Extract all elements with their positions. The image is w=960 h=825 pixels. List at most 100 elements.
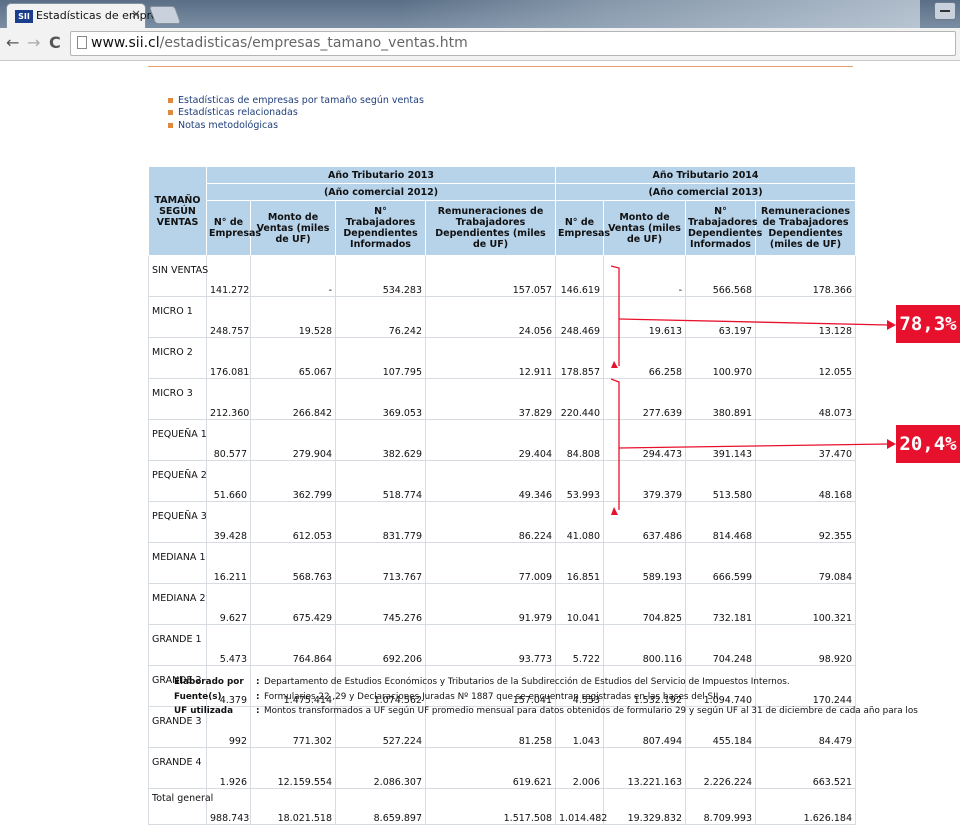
arrowhead-badge-78 — [887, 320, 896, 330]
group-year-2013: Año Tributario 2013 — [206, 166, 556, 184]
table-cell: 178.857 — [555, 337, 604, 379]
table-cell: 13.221.163 — [603, 747, 686, 789]
table-cell: 534.283 — [335, 255, 426, 297]
table-cell: 91.979 — [425, 583, 556, 625]
table-cell: 19.528 — [250, 296, 336, 338]
table-cell: 93.773 — [425, 624, 556, 666]
table-row: Total general 988.743 18.021.518 8.659.897 1… — [148, 788, 856, 825]
table-cell: 379.379 — [603, 460, 686, 502]
browser-tab-strip: SII Estadísticas de empresa × — [0, 0, 960, 28]
forward-arrow-icon[interactable]: → — [27, 33, 40, 52]
badge-pequena-mediana-share: 20,4% — [896, 425, 960, 463]
table-cell: - — [603, 255, 686, 297]
table-cell: 107.795 — [335, 337, 426, 379]
table-cell: 1.626.184 — [755, 788, 856, 825]
address-url[interactable]: www.sii.cl/estadisticas/empresas_tamano_… — [91, 35, 468, 51]
table-row: PEQUEÑA 1 80.577 279.904 382.629 29.404 84.80… — [148, 419, 856, 461]
url-host: www.sii.cl — [91, 35, 160, 51]
table-cell: 100.970 — [685, 337, 756, 379]
footer-value: Formularios 22 ,29 y Declaraciones Jurad… — [264, 691, 722, 702]
table-cell: 8.659.897 — [335, 788, 426, 825]
table-cell: 2.086.307 — [335, 747, 426, 789]
table-cell: 141.272 — [206, 255, 251, 297]
table-cell: 63.197 — [685, 296, 756, 338]
footer-key: UF utilizada — [174, 706, 234, 716]
col-header-2014: Monto de Ventas (miles de UF) — [603, 200, 686, 256]
table-cell: 589.193 — [603, 542, 686, 584]
table-cell: 48.073 — [755, 378, 856, 420]
table-cell: 48.168 — [755, 460, 856, 502]
col-header-2013: Remuneraciones de Trabajadores Dependien… — [425, 200, 556, 256]
table-cell: 19.329.832 — [603, 788, 686, 825]
table-row: MICRO 1 248.757 19.528 76.242 24.056 248.469 1… — [148, 296, 856, 338]
table-row: GRANDE 4 1.926 12.159.554 2.086.307 619.621 2… — [148, 747, 856, 789]
col-header-2014: N° Trabajadores Dependientes Informados — [685, 200, 762, 256]
table-cell: 9.627 — [206, 583, 251, 625]
badge-micro-share: 78,3% — [896, 305, 960, 343]
table-cell: 86.224 — [425, 501, 556, 543]
back-arrow-icon[interactable]: ← — [6, 33, 19, 52]
table-cell: 612.053 — [250, 501, 336, 543]
link-estadisticas-relacionadas[interactable]: Estadísticas relacionadas — [168, 107, 424, 119]
table-cell: 988.743 — [206, 788, 251, 825]
table-cell: 732.181 — [685, 583, 756, 625]
col-header-2013: N° Trabajadores Dependientes Informados — [335, 200, 426, 256]
row-label: MICRO 3 — [148, 378, 207, 420]
sii-favicon-icon: SII — [15, 10, 33, 23]
table-cell: 391.143 — [685, 419, 756, 461]
footer-colon: : — [256, 706, 260, 716]
row-label: GRANDE 4 — [148, 747, 207, 789]
table-cell: 51.660 — [206, 460, 251, 502]
group-commercial-2013: (Año comercial 2013) — [555, 183, 856, 201]
table-cell: 362.799 — [250, 460, 336, 502]
table-cell: 637.486 — [603, 501, 686, 543]
table-cell: 66.258 — [603, 337, 686, 379]
new-tab-button[interactable] — [148, 6, 182, 24]
table-cell: 764.864 — [250, 624, 336, 666]
table-row: GRANDE 1 5.473 764.864 692.206 93.773 5.722 80… — [148, 624, 856, 666]
table-row: PEQUEÑA 3 39.428 612.053 831.779 86.224 41.08… — [148, 501, 856, 543]
browser-tab[interactable]: SII Estadísticas de empresa × — [6, 3, 170, 28]
footer-colon: : — [256, 691, 260, 702]
table-cell: 248.469 — [555, 296, 604, 338]
tab-close-icon[interactable]: × — [131, 7, 141, 21]
row-label: GRANDE 1 — [148, 624, 207, 666]
table-cell: 704.825 — [603, 583, 686, 625]
row-label: PEQUEÑA 2 — [148, 460, 207, 502]
table-cell: 279.904 — [250, 419, 336, 461]
table-cell: 220.440 — [555, 378, 604, 420]
section-links: Estadísticas de empresas por tamaño segú… — [168, 95, 424, 132]
table-cell: 566.568 — [685, 255, 756, 297]
reload-icon[interactable]: C — [49, 33, 61, 52]
table-cell: 12.159.554 — [250, 747, 336, 789]
link-estadisticas-empresas[interactable]: Estadísticas de empresas por tamaño segú… — [168, 95, 424, 107]
address-bar[interactable]: www.sii.cl/estadisticas/empresas_tamano_… — [70, 31, 956, 56]
table-cell: 692.206 — [335, 624, 426, 666]
window-minimize-button[interactable] — [934, 2, 956, 20]
table-cell: 80.577 — [206, 419, 251, 461]
row-label: MICRO 1 — [148, 296, 207, 338]
table-cell: 675.429 — [250, 583, 336, 625]
link-notas-metodologicas[interactable]: Notas metodológicas — [168, 120, 424, 132]
table-cell: 24.056 — [425, 296, 556, 338]
table-cell: 1.014.482 — [555, 788, 607, 825]
table-cell: 19.613 — [603, 296, 686, 338]
table-cell: 37.470 — [755, 419, 856, 461]
table-cell: 98.920 — [755, 624, 856, 666]
col-header-2014: Remuneraciones de Trabajadores Dependien… — [755, 200, 856, 256]
browser-toolbar: ← → C www.sii.cl/estadisticas/empresas_t… — [0, 28, 960, 61]
table-cell: 2.006 — [555, 747, 604, 789]
table-cell: 513.580 — [685, 460, 756, 502]
table-row: MICRO 3 212.360 266.842 369.053 37.829 220.44… — [148, 378, 856, 420]
table-cell: 800.116 — [603, 624, 686, 666]
footer-key: Fuente(s) — [174, 691, 222, 702]
table-cell: 277.639 — [603, 378, 686, 420]
tab-strip-background — [400, 0, 920, 28]
table-cell: 12.911 — [425, 337, 556, 379]
url-path: /estadisticas/empresas_tamano_ventas.htm — [159, 35, 468, 51]
table-cell: 29.404 — [425, 419, 556, 461]
row-label: Total general — [148, 788, 213, 825]
col-header-2013: Monto de Ventas (miles de UF) — [250, 200, 336, 256]
table-cell: 294.473 — [603, 419, 686, 461]
table-cell: 76.242 — [335, 296, 426, 338]
